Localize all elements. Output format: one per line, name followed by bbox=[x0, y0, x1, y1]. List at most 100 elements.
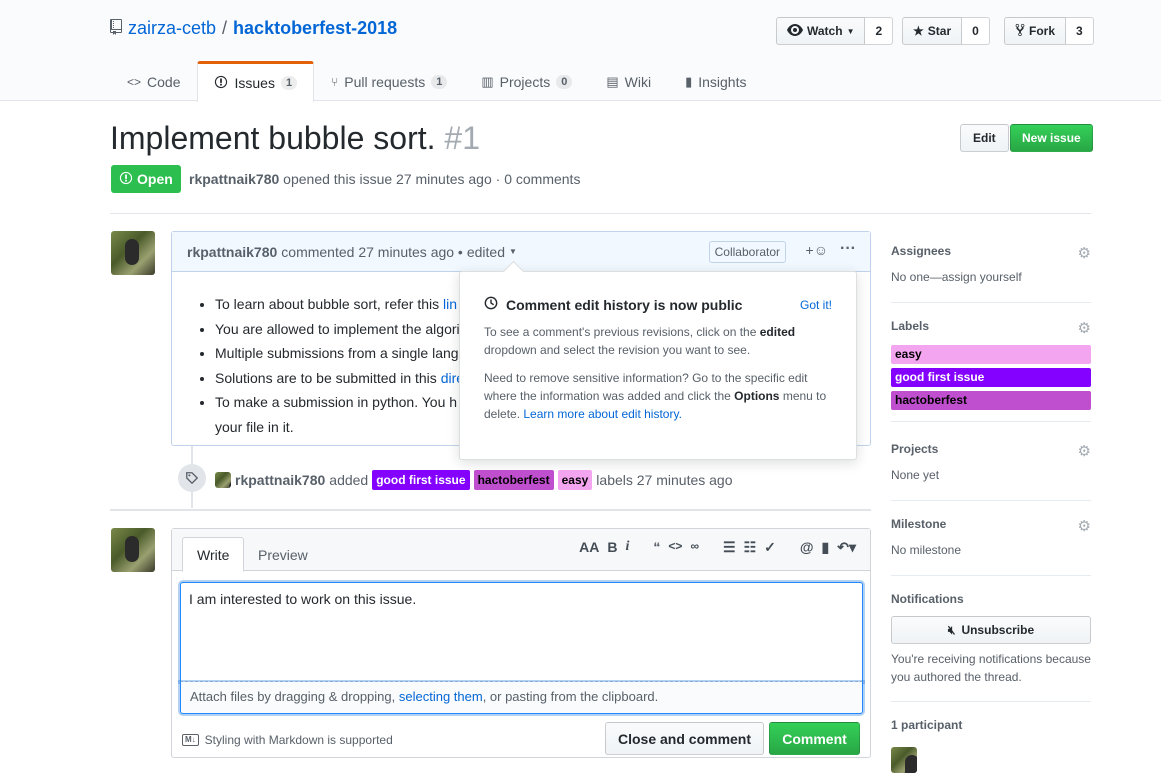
star-icon: ★ bbox=[913, 24, 924, 38]
breadcrumb-separator: / bbox=[222, 18, 228, 38]
label-list: easy good first issue hactoberfest bbox=[891, 345, 1091, 410]
gear-icon[interactable]: ⚙ bbox=[1078, 319, 1091, 337]
sidebar-value: None yet bbox=[891, 468, 940, 482]
reply-icon[interactable]: ↶▾ bbox=[837, 539, 856, 556]
tab-projects[interactable]: ▥ Projects 0 bbox=[464, 61, 589, 101]
comment-body: To learn about bubble sort, refer this l… bbox=[215, 292, 464, 440]
mention-icon[interactable]: @ bbox=[800, 539, 814, 556]
close-and-comment-button[interactable]: Close and comment bbox=[605, 722, 764, 755]
gear-icon[interactable]: ⚙ bbox=[1078, 244, 1091, 262]
comment-author-link[interactable]: rkpattnaik780 bbox=[187, 244, 277, 260]
kebab-horizontal-icon[interactable]: ··· bbox=[840, 240, 856, 258]
issue-state-label: Open bbox=[137, 171, 173, 187]
sidebar-notifications: Notifications 🔇︎ Unsubscribe You're rece… bbox=[891, 592, 1091, 702]
avatar[interactable] bbox=[891, 747, 917, 773]
tab-issues-label: Issues bbox=[234, 75, 275, 91]
popover-title: Comment edit history is now public bbox=[484, 296, 832, 313]
tab-pull-requests[interactable]: ⑂ Pull requests 1 bbox=[314, 61, 464, 101]
fork-count[interactable]: 3 bbox=[1066, 17, 1094, 45]
avatar[interactable] bbox=[111, 528, 155, 572]
edited-dropdown[interactable]: edited ▼ bbox=[467, 244, 517, 260]
label-hactoberfest[interactable]: hactoberfest bbox=[891, 391, 1091, 410]
quote-icon[interactable]: “ bbox=[653, 539, 660, 556]
unsubscribe-button[interactable]: 🔇︎ Unsubscribe bbox=[891, 616, 1091, 644]
divider bbox=[110, 213, 1091, 214]
bookmark-icon[interactable]: ▮ bbox=[822, 539, 830, 556]
label-easy[interactable]: easy bbox=[557, 470, 593, 490]
tab-wiki[interactable]: ▤ Wiki bbox=[589, 61, 668, 101]
avatar[interactable] bbox=[111, 231, 155, 275]
tab-wiki-label: Wiki bbox=[624, 73, 652, 90]
tab-write[interactable]: Write bbox=[182, 537, 245, 572]
sidebar-heading[interactable]: Projects bbox=[891, 442, 1091, 456]
divider bbox=[110, 509, 871, 511]
learn-more-link[interactable]: Learn more about edit history. bbox=[523, 407, 682, 421]
issue-author-link[interactable]: rkpattnaik780 bbox=[189, 171, 279, 187]
edited-label: edited bbox=[466, 243, 505, 260]
label-easy[interactable]: easy bbox=[891, 345, 1091, 364]
fork-button[interactable]: Fork bbox=[1004, 17, 1067, 45]
text-size-icon[interactable]: AA bbox=[579, 539, 599, 556]
watch-count[interactable]: 2 bbox=[865, 17, 894, 45]
list-item-link[interactable]: lin bbox=[443, 296, 457, 312]
popover-text: To see a comment's previous revisions, c… bbox=[484, 325, 760, 339]
label-hactoberfest[interactable]: hactoberfest bbox=[473, 470, 554, 490]
event-suffix: labels 27 minutes ago bbox=[596, 472, 733, 488]
list-ordered-icon[interactable]: ☷ bbox=[744, 539, 757, 556]
sidebar-milestone: Milestone ⚙ No milestone bbox=[891, 517, 1091, 576]
watch-button[interactable]: Watch ▼ bbox=[776, 17, 866, 45]
select-files-link[interactable]: selecting them bbox=[399, 689, 483, 704]
code-icon[interactable]: <> bbox=[668, 539, 682, 556]
list-unordered-icon[interactable]: ☰ bbox=[723, 539, 736, 556]
code-icon: <> bbox=[127, 74, 142, 89]
bold-icon[interactable]: B bbox=[607, 539, 617, 556]
edit-history-popover: Comment edit history is now public Got i… bbox=[459, 271, 857, 460]
edit-title-button[interactable]: Edit bbox=[960, 124, 1009, 152]
label-good-first-issue[interactable]: good first issue bbox=[891, 368, 1091, 387]
tasklist-icon[interactable]: ✓ bbox=[764, 539, 776, 556]
tab-code[interactable]: <> Code bbox=[110, 61, 197, 101]
repo-icon bbox=[110, 19, 122, 38]
markdown-icon: M↓ bbox=[182, 734, 199, 746]
sidebar-heading[interactable]: Labels bbox=[891, 319, 1091, 333]
comment-textarea[interactable]: I am interested to work on this issue. bbox=[180, 582, 863, 682]
fork-group: Fork 3 bbox=[1004, 17, 1094, 45]
link-icon[interactable]: ∞ bbox=[690, 539, 699, 556]
repo-header: zairza-cetb / hacktoberfest-2018 Watch ▼… bbox=[0, 0, 1161, 102]
toolbar-group: ☰ ☷ ✓ bbox=[723, 539, 776, 556]
new-issue-button[interactable]: New issue bbox=[1010, 124, 1093, 152]
avatar[interactable] bbox=[215, 472, 231, 488]
repo-name-link[interactable]: hacktoberfest-2018 bbox=[233, 18, 397, 39]
assign-yourself-link[interactable]: No one—assign yourself bbox=[891, 270, 1091, 284]
tag-icon bbox=[178, 464, 206, 492]
star-button[interactable]: ★ Star bbox=[902, 17, 963, 45]
got-it-button[interactable]: Got it! bbox=[800, 298, 832, 312]
markdown-help-link[interactable]: Styling with Markdown is supported bbox=[205, 733, 393, 747]
file-attach-bar[interactable]: Attach files by dragging & dropping, sel… bbox=[180, 682, 863, 714]
tab-preview[interactable]: Preview bbox=[244, 537, 322, 572]
add-reaction-icon[interactable]: +☺ bbox=[806, 242, 828, 258]
tab-insights[interactable]: ▮ Insights bbox=[668, 61, 763, 101]
comment-composer: Write Preview AA B i “ <> ∞ ☰ ☷ ✓ @ ▮ ↶▾ bbox=[171, 528, 871, 758]
git-pull-request-icon: ⑂ bbox=[331, 74, 339, 89]
comment-button[interactable]: Comment bbox=[769, 722, 860, 755]
issue-state-badge: Open bbox=[111, 165, 181, 193]
tab-code-label: Code bbox=[147, 73, 181, 90]
label-good-first-issue[interactable]: good first issue bbox=[372, 470, 470, 490]
issue-opened-icon bbox=[119, 171, 133, 188]
gear-icon[interactable]: ⚙ bbox=[1078, 517, 1091, 535]
sidebar-heading[interactable]: Assignees bbox=[891, 244, 1091, 258]
mute-icon: 🔇︎ bbox=[947, 622, 956, 637]
graph-icon: ▮ bbox=[685, 73, 693, 89]
tab-issues[interactable]: Issues 1 bbox=[197, 61, 315, 102]
issue-title-text: Implement bubble sort. bbox=[110, 120, 436, 156]
tab-insights-label: Insights bbox=[698, 73, 747, 90]
italic-icon[interactable]: i bbox=[626, 539, 630, 556]
gear-icon[interactable]: ⚙ bbox=[1078, 442, 1091, 460]
repo-owner-link[interactable]: zairza-cetb bbox=[128, 18, 216, 39]
popover-paragraph: Need to remove sensitive information? Go… bbox=[484, 369, 832, 423]
sidebar-heading[interactable]: Milestone bbox=[891, 517, 1091, 531]
event-actor-link[interactable]: rkpattnaik780 bbox=[235, 472, 325, 488]
popover-bold: edited bbox=[759, 325, 796, 339]
star-count[interactable]: 0 bbox=[962, 17, 990, 45]
